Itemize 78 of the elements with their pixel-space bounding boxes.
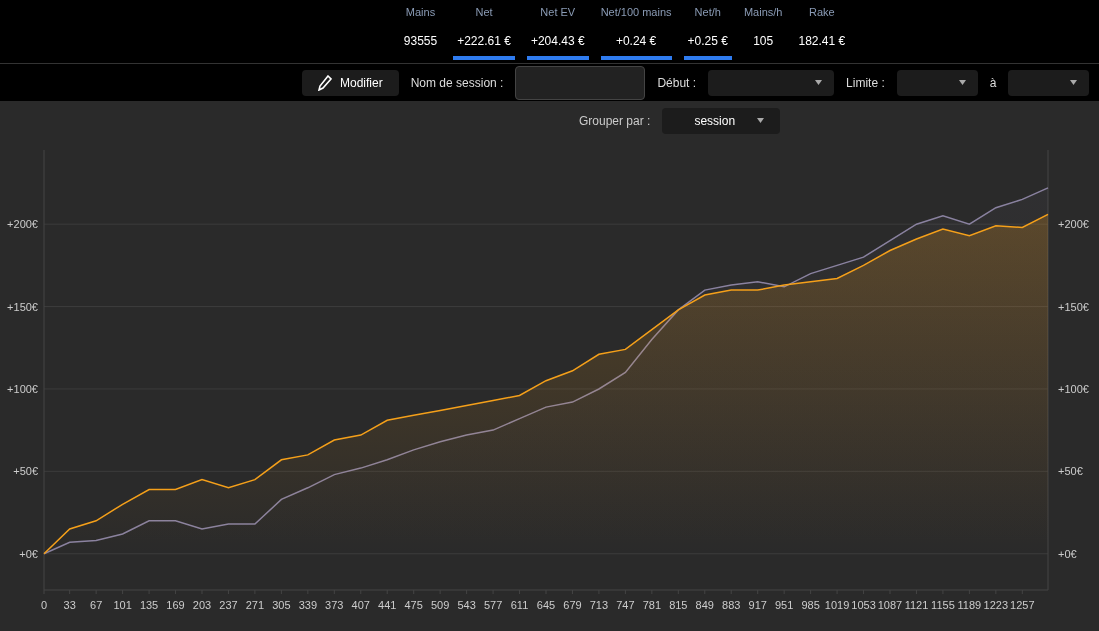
x-axis-label: 373	[325, 599, 344, 611]
caret-icon	[958, 80, 966, 85]
x-axis-label: 135	[139, 599, 159, 611]
x-axis-label: 781	[642, 599, 662, 611]
x-axis-label: 1019	[824, 599, 850, 611]
stat-label: Rake	[809, 5, 835, 20]
caret-icon	[1070, 80, 1078, 85]
y-axis-label: +200€	[1058, 218, 1089, 231]
y-axis-label: +150€	[7, 300, 38, 313]
x-axis-label: 33	[63, 599, 76, 611]
x-axis-label: 1121	[904, 599, 929, 611]
x-axis-label: 1155	[931, 599, 955, 611]
stat-value: 182.41 €	[797, 33, 847, 50]
x-axis-label: 815	[669, 599, 688, 611]
y-axis-label: +50€	[1058, 465, 1083, 478]
y-axis-label: +100€	[7, 382, 38, 395]
x-axis-label: 543	[457, 599, 476, 611]
stat-label: Net	[475, 5, 493, 20]
x-axis-label: 951	[775, 599, 794, 611]
x-axis-label: 849	[695, 599, 714, 611]
session-name-label: Nom de session :	[410, 74, 504, 92]
y-axis-label: +50€	[13, 465, 38, 478]
stat-value: +0.25 €	[686, 33, 729, 50]
stat-value: 105	[752, 33, 775, 50]
stat-label: Net/100 mains	[600, 5, 672, 20]
caret-icon	[757, 118, 765, 123]
x-axis-label: 1189	[957, 599, 982, 611]
x-axis-label: 577	[483, 599, 503, 611]
x-axis-label: 509	[430, 599, 450, 611]
y-axis-label: +200€	[7, 218, 38, 231]
group-by-label: Grouper par :	[579, 112, 651, 130]
stat-value: +222.61 €	[456, 33, 512, 50]
stat-label: Mains/h	[743, 5, 783, 20]
x-axis-label: 339	[298, 599, 317, 611]
stat-value: +0.24 €	[614, 33, 658, 50]
x-axis-label: 67	[90, 599, 103, 611]
x-axis-label: 237	[219, 599, 238, 611]
caret-icon	[815, 80, 823, 85]
x-axis-label: 611	[510, 599, 529, 611]
stat-value: +204.43 €	[529, 33, 586, 50]
x-axis-label: 1223	[983, 599, 1009, 611]
stat-label: Net EV	[540, 5, 576, 20]
stat-label: Mains	[405, 5, 436, 20]
x-axis-label: 101	[113, 599, 132, 611]
edit-button[interactable]: Modifier	[302, 69, 399, 96]
limit-label: Limite :	[846, 74, 885, 92]
x-axis-label: 407	[351, 599, 370, 611]
x-axis-label: 0	[40, 599, 48, 611]
x-axis-label: 713	[589, 599, 609, 611]
x-axis-label: 475	[404, 599, 423, 611]
x-axis-label: 917	[748, 599, 767, 611]
x-axis-label: 169	[166, 599, 185, 611]
y-axis-label: +0€	[19, 547, 38, 560]
x-axis-label: 1257	[1010, 599, 1035, 611]
x-axis-label: 1087	[877, 599, 903, 611]
stat-value: 93555	[402, 33, 439, 50]
y-axis-label: +150€	[1058, 300, 1089, 313]
to-label: à	[989, 74, 997, 92]
x-axis-label: 271	[245, 599, 265, 611]
x-axis-label: 441	[378, 599, 397, 611]
y-axis-label: +0€	[1058, 547, 1077, 560]
x-axis-label: 1053	[851, 599, 876, 611]
limit-dropdown[interactable]	[896, 69, 978, 96]
start-label: Début :	[657, 74, 697, 92]
x-axis-label: 883	[722, 599, 741, 611]
x-axis-label: 679	[563, 599, 582, 611]
x-axis-label: 747	[616, 599, 635, 611]
stat-label: Net/h	[694, 5, 721, 20]
y-axis-label: +100€	[1058, 382, 1089, 395]
x-axis-label: 985	[801, 599, 820, 611]
group-by-dropdown[interactable]: session	[662, 107, 781, 134]
x-axis-label: 305	[272, 599, 291, 611]
session-name-field[interactable]	[515, 65, 646, 100]
pencil-icon	[318, 74, 332, 91]
start-dropdown[interactable]	[708, 69, 835, 96]
x-axis-label: 645	[536, 599, 556, 611]
end-dropdown[interactable]	[1008, 69, 1090, 96]
x-axis-label: 203	[192, 599, 212, 611]
